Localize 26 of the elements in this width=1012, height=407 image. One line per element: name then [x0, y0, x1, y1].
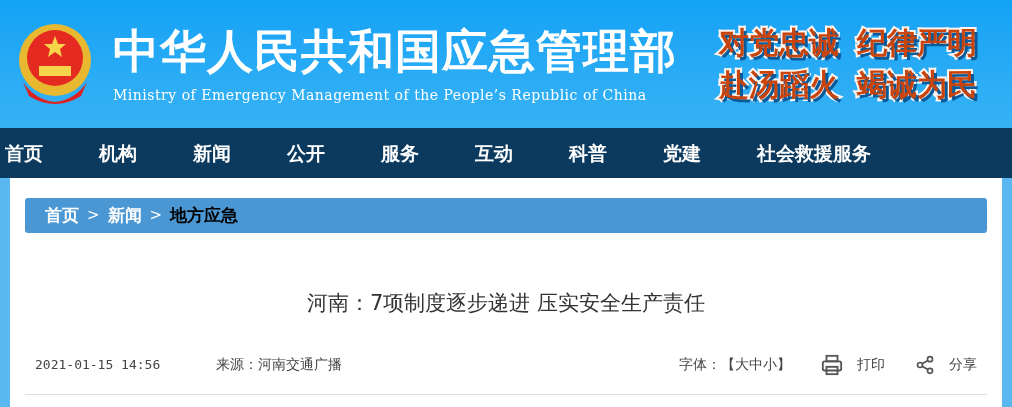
breadcrumb-separator: > — [87, 205, 100, 227]
article-title: 河南：7项制度逐步递进 压实安全生产责任 — [306, 290, 705, 317]
publish-date: 2021-01-15 14:56 — [35, 355, 161, 374]
breadcrumb-link[interactable]: 地方应急 — [170, 202, 239, 229]
nav-item[interactable]: 社会救援服务 — [752, 138, 876, 168]
nav-item[interactable]: 机构 — [94, 138, 142, 168]
site-title: 中华人民共和国应急管理部 — [113, 22, 677, 79]
print-link[interactable]: 打印 — [857, 354, 885, 375]
nav-item[interactable]: 公开 — [282, 138, 330, 168]
slogan: 竭诚为民 — [857, 66, 977, 104]
slogan: 纪律严明 — [857, 24, 977, 62]
slogan: 赴汤蹈火 — [719, 66, 839, 104]
nav-item[interactable]: 新闻 — [188, 138, 236, 168]
nav-item[interactable]: 服务 — [376, 138, 424, 168]
font-size-control[interactable]: 字体：【大中小】 — [679, 354, 791, 375]
share-link[interactable]: 分享 — [949, 354, 977, 375]
nav-item[interactable]: 首页 — [0, 138, 48, 168]
nav-item[interactable]: 党建 — [658, 138, 706, 168]
breadcrumb-separator: > — [149, 205, 163, 227]
print-icon — [821, 353, 843, 376]
share-icon — [915, 353, 935, 376]
nav-item[interactable]: 科普 — [564, 138, 612, 168]
site-subtitle: Ministry of Emergency Management of the People’s Republic of China — [113, 85, 648, 105]
article-source: 来源：河南交通广播 — [216, 355, 343, 374]
slogan: 对党忠诚 — [719, 24, 839, 62]
nav-item[interactable]: 互动 — [470, 138, 518, 168]
